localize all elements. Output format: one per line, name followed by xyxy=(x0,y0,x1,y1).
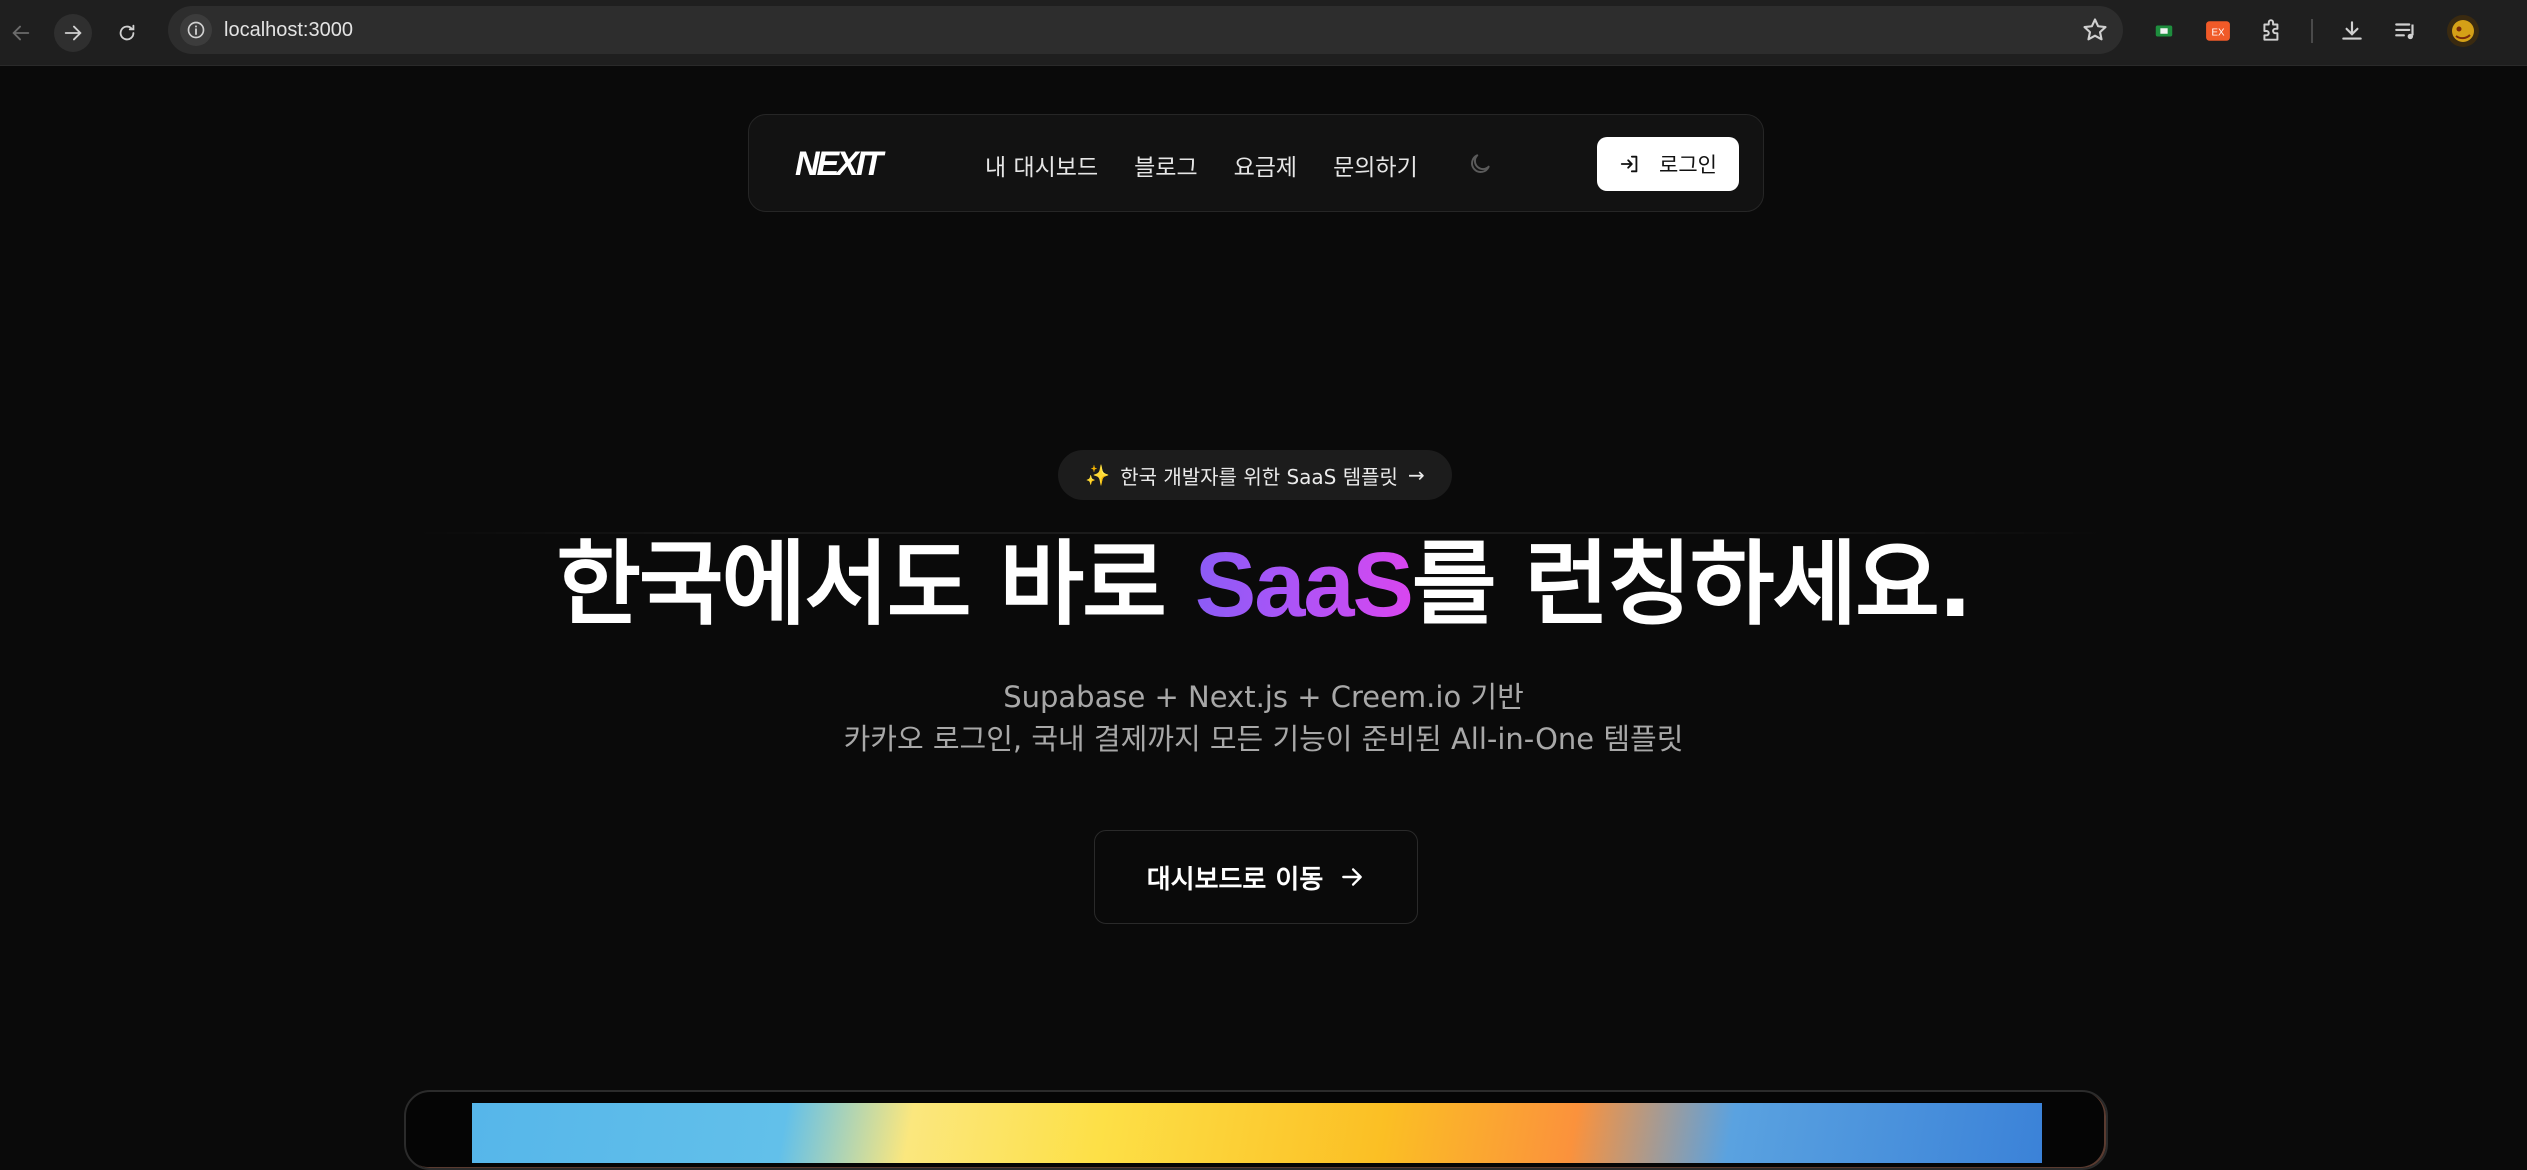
star-icon[interactable] xyxy=(2081,16,2109,44)
reload-button[interactable] xyxy=(108,14,146,52)
arrow-right-icon xyxy=(64,25,82,41)
sparkles-icon: ✨ xyxy=(1085,463,1111,487)
moon-icon[interactable] xyxy=(1467,151,1493,177)
svg-text:EX: EX xyxy=(2211,27,2225,38)
subtitle-line-2: 카카오 로그인, 국내 결제까지 모든 기능이 준비된 All-in-One 템… xyxy=(843,722,1684,756)
nav-item-blog[interactable]: 블로그 xyxy=(1134,148,1197,182)
toolbar-divider xyxy=(2311,19,2313,43)
info-icon[interactable] xyxy=(180,14,212,46)
forward-button[interactable] xyxy=(54,14,92,52)
headline-bold: 런칭 xyxy=(1524,531,1692,638)
hero-subtitle: Supabase + Next.js + Creem.io 기반 카카오 로그인… xyxy=(0,676,2527,760)
nav-item-dashboard[interactable]: 내 대시보드 xyxy=(985,148,1098,182)
puzzle-extensions-icon[interactable] xyxy=(2258,17,2286,45)
download-icon[interactable] xyxy=(2338,17,2366,45)
headline-part-3: 하세요. xyxy=(1689,531,1973,638)
address-bar[interactable]: localhost:3000 xyxy=(168,6,2123,54)
site-logo[interactable]: NEXIT xyxy=(795,145,883,184)
back-button[interactable] xyxy=(2,14,40,52)
nav-item-pricing[interactable]: 요금제 xyxy=(1234,148,1297,182)
ex-extension-icon[interactable]: EX xyxy=(2204,17,2232,45)
login-button[interactable]: 로그인 xyxy=(1597,137,1739,191)
nav-item-contact[interactable]: 문의하기 xyxy=(1333,148,1418,182)
cta-label: 대시보드로 이동 xyxy=(1146,864,1324,895)
subtitle-line-1: Supabase + Next.js + Creem.io 기반 xyxy=(1003,680,1524,714)
log-in-icon xyxy=(1620,155,1638,173)
arrow-right-icon xyxy=(1342,868,1363,886)
site-navbar: NEXIT 내 대시보드 블로그 요금제 문의하기 로그인 xyxy=(748,114,1764,212)
announcement-badge[interactable]: ✨ 한국 개발자를 위한 SaaS 템플릿 → xyxy=(1058,450,1452,500)
go-to-dashboard-button[interactable]: 대시보드로 이동 xyxy=(1094,830,1418,924)
hero-headline: 한국에서도 바로 SaaS를 런칭하세요. xyxy=(0,530,2527,640)
headline-part-1: 한국에서도 바로 xyxy=(556,531,1195,638)
badge-text: 한국 개발자를 위한 SaaS 템플릿 xyxy=(1120,464,1398,489)
headline-part-2: 를 xyxy=(1411,531,1525,638)
login-label: 로그인 xyxy=(1659,153,1717,177)
reload-icon xyxy=(119,24,135,41)
browser-toolbar: localhost:3000 EX xyxy=(0,0,2527,66)
url-text[interactable]: localhost:3000 xyxy=(224,19,353,42)
green-extension-icon[interactable] xyxy=(2150,17,2178,45)
badge-arrow-icon: → xyxy=(1407,463,1425,487)
product-preview-image xyxy=(472,1103,2042,1163)
headline-saas: SaaS xyxy=(1194,534,1414,636)
arrow-left-icon xyxy=(12,25,30,41)
profile-avatar-icon[interactable] xyxy=(2446,14,2480,48)
media-queue-icon[interactable] xyxy=(2392,17,2420,45)
main-menu: 내 대시보드 블로그 요금제 문의하기 xyxy=(985,148,1418,182)
